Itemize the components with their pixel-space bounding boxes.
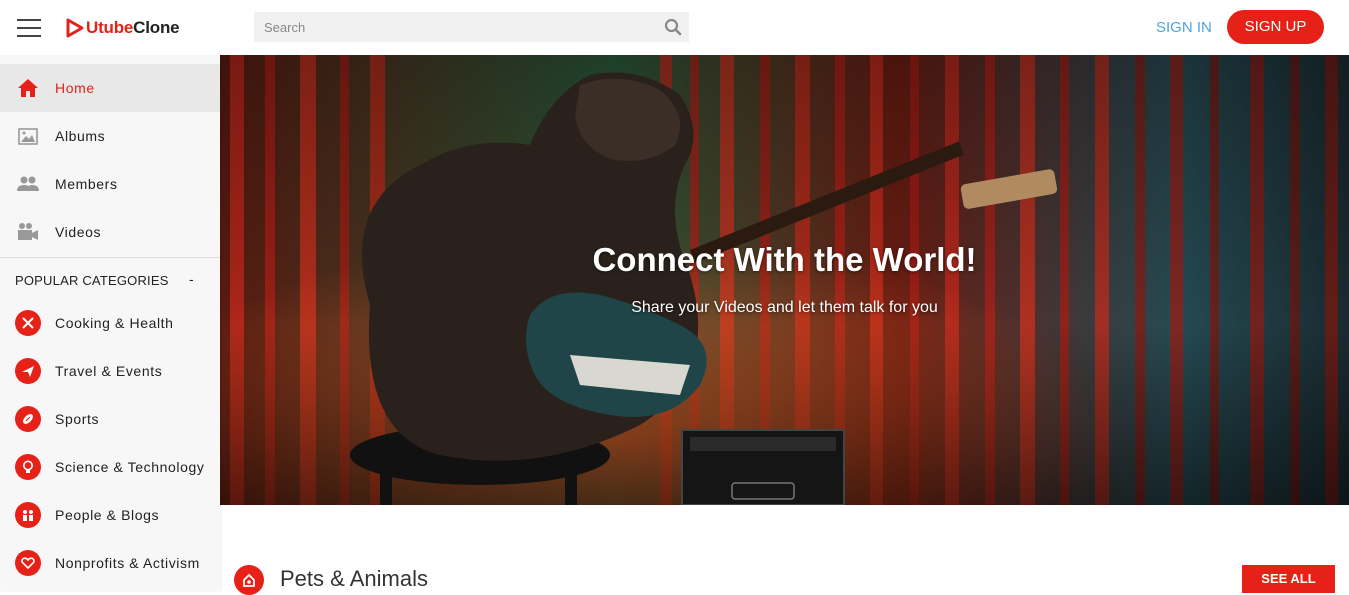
sidebar: Home Albums Members Videos POPULAR CATEG… (0, 55, 220, 591)
sidebar-item-albums[interactable]: Albums (0, 112, 220, 160)
sidebar-item-sports[interactable]: Sports (0, 395, 220, 443)
search-icon[interactable] (664, 18, 682, 36)
hero-background-image (220, 55, 1349, 505)
search-bar (254, 12, 689, 42)
search-input[interactable] (254, 12, 689, 42)
sign-up-button[interactable]: SIGN UP (1227, 10, 1324, 44)
sidebar-item-label: Science & Technology (55, 459, 205, 475)
menu-icon[interactable] (17, 19, 41, 37)
sidebar-item-science-technology[interactable]: Science & Technology (0, 443, 220, 491)
play-logo-icon (66, 18, 84, 38)
sidebar-item-label: Nonprofits & Activism (55, 555, 200, 571)
people-icon (17, 173, 39, 195)
see-all-button[interactable]: SEE ALL (1242, 565, 1335, 593)
sidebar-item-home[interactable]: Home (0, 64, 220, 112)
sidebar-item-travel-events[interactable]: Travel & Events (0, 347, 220, 395)
video-camera-icon (17, 221, 39, 243)
football-icon (15, 406, 41, 432)
sidebar-divider (0, 257, 220, 258)
hero-banner: Connect With the World! Share your Video… (220, 55, 1349, 505)
sidebar-item-label: People & Blogs (55, 507, 160, 523)
heart-icon (15, 550, 41, 576)
sidebar-item-videos[interactable]: Videos (0, 208, 220, 256)
sidebar-item-label: Sports (55, 411, 100, 427)
hero-subtitle: Share your Videos and let them talk for … (631, 299, 938, 316)
people-icon (15, 502, 41, 528)
home-icon (17, 77, 39, 99)
sidebar-item-people-blogs[interactable]: People & Blogs (0, 491, 220, 539)
sidebar-item-label: Videos (55, 224, 102, 240)
utensils-icon (15, 310, 41, 336)
plane-icon (15, 358, 41, 384)
sidebar-item-label: Members (55, 176, 118, 192)
sidebar-item-cooking-health[interactable]: Cooking & Health (0, 299, 220, 347)
categories-collapse-toggle[interactable]: - (189, 271, 194, 287)
sidebar-item-members[interactable]: Members (0, 160, 220, 208)
sidebar-item-label: Cooking & Health (55, 315, 174, 331)
sidebar-item-nonprofits-activism[interactable]: Nonprofits & Activism (0, 539, 220, 587)
sign-in-link[interactable]: SIGN IN (1156, 19, 1212, 36)
sidebar-item-label: Home (55, 80, 95, 96)
logo-text: UtubeClone (86, 18, 180, 37)
section-title: Pets & Animals (280, 566, 428, 591)
image-icon (17, 125, 39, 147)
logo[interactable]: UtubeClone (66, 16, 180, 40)
hero-title: Connect With the World! (592, 241, 977, 278)
categories-heading: POPULAR CATEGORIES (15, 273, 169, 288)
lightbulb-icon (15, 454, 41, 480)
top-header: UtubeClone SIGN IN SIGN UP (0, 0, 1349, 55)
sidebar-item-label: Travel & Events (55, 363, 163, 379)
sidebar-item-label: Albums (55, 128, 106, 144)
